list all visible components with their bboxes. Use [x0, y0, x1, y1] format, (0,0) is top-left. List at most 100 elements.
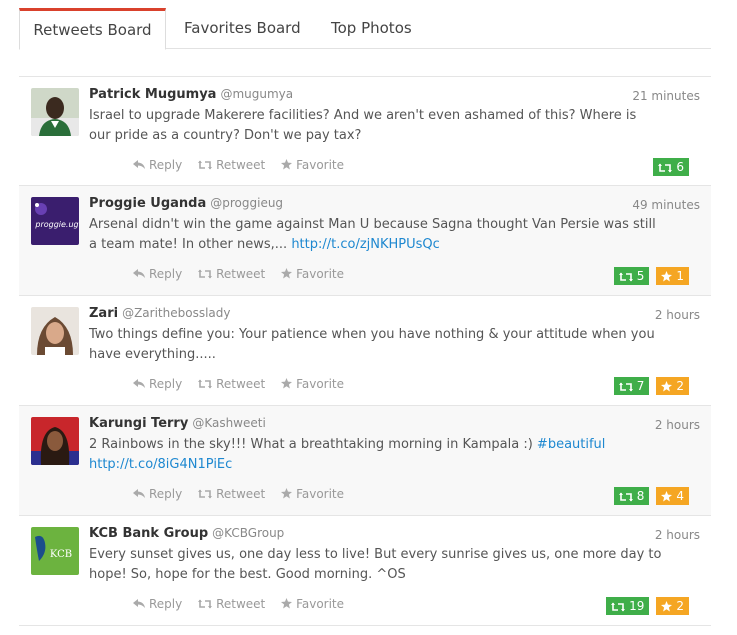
author-handle[interactable]: @mugumya [220, 87, 293, 101]
retweet-icon [198, 269, 213, 279]
avatar-logo-text: proggie.ug [34, 220, 78, 229]
tweet-actions: Reply Retweet Favorite [133, 377, 356, 391]
reply-icon [133, 599, 145, 608]
retweet-count: 19 [629, 599, 645, 613]
star-icon [661, 271, 673, 282]
tweet-counts: 6 [646, 158, 689, 176]
tweet-body: Every sunset gives us, one day less to l… [89, 547, 662, 582]
tweet-item: Patrick Mugumya @mugumya 21 minutes Israe… [19, 76, 711, 186]
retweet-count: 6 [676, 160, 684, 174]
author-name[interactable]: Karungi Terry [89, 416, 188, 431]
star-icon [281, 378, 293, 389]
author-handle[interactable]: @proggieug [210, 196, 283, 210]
retweet-button[interactable]: Retweet [198, 377, 265, 391]
favorite-button[interactable]: Favorite [281, 377, 344, 391]
retweet-icon [198, 489, 213, 499]
retweet-icon [611, 602, 626, 612]
retweet-button[interactable]: Retweet [198, 267, 265, 281]
retweet-count-badge: 5 [613, 267, 650, 285]
retweet-icon [198, 160, 213, 170]
reply-icon [133, 269, 145, 278]
favorite-button[interactable]: Favorite [281, 267, 344, 281]
avatar[interactable] [31, 88, 79, 136]
reply-label: Reply [149, 377, 183, 391]
retweet-count: 7 [636, 379, 645, 393]
author-name[interactable]: Patrick Mugumya [89, 87, 216, 102]
favorite-label: Favorite [296, 597, 345, 611]
favorite-count: 1 [676, 269, 684, 283]
favorite-button[interactable]: Favorite [281, 158, 344, 172]
retweet-count: 8 [636, 489, 645, 503]
reply-button[interactable]: Reply [133, 158, 182, 172]
tweet-text: Every sunset gives us, one day less to l… [89, 545, 674, 585]
retweet-label: Retweet [216, 267, 266, 281]
tweet-text: Arsenal didn't win the game against Man … [89, 215, 659, 255]
favorite-count: 4 [676, 489, 684, 503]
retweet-count: 5 [636, 269, 645, 283]
tweet-body: 2 Rainbows in the sky!!! What a breathta… [89, 437, 537, 452]
retweet-label: Retweet [216, 377, 266, 391]
retweet-button[interactable]: Retweet [198, 158, 265, 172]
tab-retweets-board[interactable]: Retweets Board [19, 8, 166, 50]
star-icon [661, 381, 673, 392]
author-name[interactable]: KCB Bank Group [89, 526, 208, 541]
tweet-time: 2 hours [654, 308, 700, 322]
favorite-count-badge: 2 [656, 597, 689, 615]
retweet-icon [198, 379, 213, 389]
tweet-text: Israel to upgrade Makerere facilities? A… [89, 106, 659, 146]
board-tabs: Retweets Board Favorites Board Top Photo… [19, 0, 711, 50]
author-name[interactable]: Zari [89, 306, 118, 321]
author-handle[interactable]: @KCBGroup [212, 526, 284, 540]
tweet-text: 2 Rainbows in the sky!!! What a breathta… [89, 435, 659, 475]
retweet-count-badge: 8 [613, 487, 650, 505]
tweet-actions: Reply Retweet Favorite [133, 158, 356, 172]
tweet-time: 2 hours [654, 418, 700, 432]
tweet-counts: 51 [607, 267, 689, 285]
author-handle[interactable]: @Zarithebosslady [122, 306, 230, 320]
star-icon [661, 491, 673, 502]
star-icon [281, 159, 293, 170]
star-icon [281, 268, 293, 279]
favorite-label: Favorite [296, 487, 345, 501]
reply-label: Reply [149, 487, 183, 501]
reply-button[interactable]: Reply [133, 377, 182, 391]
avatar[interactable]: KCB [31, 527, 79, 575]
retweet-icon [618, 272, 633, 282]
tab-favorites-board[interactable]: Favorites Board [184, 8, 301, 49]
tweet-time: 2 hours [654, 528, 700, 542]
tweet-link[interactable]: http://t.co/8iG4N1PiEc [89, 457, 232, 472]
hashtag-link[interactable]: #beautiful [537, 437, 606, 452]
retweet-icon [618, 492, 633, 502]
tweet-item: proggie.ug Proggie Uganda @proggieug 49 m… [19, 186, 711, 296]
star-icon [661, 601, 673, 612]
avatar[interactable] [31, 307, 79, 355]
reply-button[interactable]: Reply [133, 597, 182, 611]
avatar-logo-text: KCB [50, 549, 72, 560]
reply-button[interactable]: Reply [133, 267, 182, 281]
tweet-item: Karungi Terry @Kashweeti 2 hours 2 Rainbo… [19, 406, 711, 516]
author-handle[interactable]: @Kashweeti [192, 416, 266, 430]
retweet-button[interactable]: Retweet [198, 597, 265, 611]
tweet-time: 49 minutes [632, 198, 700, 212]
tab-top-photos[interactable]: Top Photos [331, 8, 412, 49]
avatar[interactable] [31, 417, 79, 465]
avatar[interactable]: proggie.ug [31, 197, 79, 245]
favorite-label: Favorite [296, 377, 345, 391]
tweet-link[interactable]: http://t.co/zjNKHPUsQc [291, 237, 440, 252]
tweet-counts: 19 2 [599, 597, 689, 615]
reply-button[interactable]: Reply [133, 487, 182, 501]
favorite-button[interactable]: Favorite [281, 597, 344, 611]
tweet-body: Two things define you: Your patience whe… [89, 327, 655, 362]
reply-label: Reply [149, 597, 183, 611]
tweet-actions: Reply Retweet Favorite [133, 487, 356, 501]
favorite-label: Favorite [296, 158, 345, 172]
favorite-count: 2 [676, 379, 684, 393]
retweet-button[interactable]: Retweet [198, 487, 265, 501]
tweet-counts: 84 [607, 487, 689, 505]
author-name[interactable]: Proggie Uganda [89, 196, 206, 211]
retweet-label: Retweet [216, 158, 266, 172]
retweet-count-badge: 6 [653, 158, 689, 176]
favorite-button[interactable]: Favorite [281, 487, 344, 501]
retweet-count-badge: 19 [606, 597, 650, 615]
reply-icon [133, 160, 145, 169]
